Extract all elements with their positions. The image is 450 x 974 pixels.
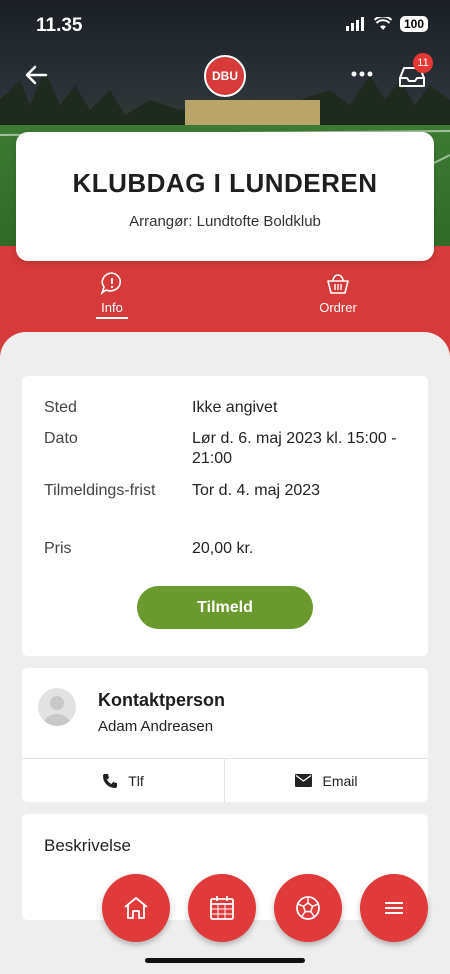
- detail-key: Sted: [44, 399, 77, 416]
- detail-key: Tilmeldings-frist: [44, 482, 156, 499]
- detail-value: 20,00 kr.: [192, 540, 254, 557]
- signup-button[interactable]: Tilmeld: [137, 586, 313, 629]
- event-organizer: Arrangør: Lundtofte Boldklub: [129, 213, 321, 230]
- home-indicator: [145, 958, 305, 963]
- description-heading: Beskrivelse: [44, 836, 131, 855]
- event-title: KLUBDAG I LUNDEREN: [72, 168, 378, 198]
- tab-orders[interactable]: Ordrer: [278, 266, 398, 315]
- contact-title: Kontaktperson: [98, 690, 226, 710]
- email-label: Email: [322, 772, 358, 789]
- contact-card: Kontaktperson Adam Andreasen Tlf Email: [22, 668, 428, 802]
- nav-home-button[interactable]: [102, 874, 170, 942]
- nav-football-button[interactable]: [274, 874, 342, 942]
- status-time: 11.35: [36, 15, 83, 36]
- menu-icon: [385, 902, 403, 914]
- football-icon: [296, 896, 320, 920]
- basket-icon: [327, 274, 349, 294]
- mail-icon: [295, 774, 313, 787]
- status-icons: 100: [345, 16, 428, 32]
- nav-menu-button[interactable]: [360, 874, 428, 942]
- contact-actions: Tlf Email: [22, 759, 428, 802]
- calendar-icon: [210, 896, 234, 920]
- dbu-logo: DBU: [204, 55, 246, 97]
- event-details-card: Sted Ikke angivet Dato Lør d. 6. maj 202…: [22, 376, 428, 656]
- inbox-badge: 11: [413, 53, 433, 73]
- signal-icon: [345, 17, 364, 31]
- detail-value: Ikke angivet: [192, 399, 278, 416]
- tab-info-label: Info: [101, 300, 123, 315]
- nav-calendar-button[interactable]: [188, 874, 256, 942]
- detail-key: Dato: [44, 430, 78, 447]
- detail-value: Lør d. 6. maj 2023 kl. 15:00 - 21:00: [192, 430, 397, 467]
- email-button[interactable]: Email: [225, 759, 428, 802]
- active-tab-indicator: [96, 317, 128, 319]
- phone-button[interactable]: Tlf: [22, 759, 225, 802]
- home-icon: [124, 897, 148, 919]
- detail-key: Pris: [44, 540, 72, 557]
- contact-name: Adam Andreasen: [98, 718, 214, 735]
- avatar: [38, 688, 76, 726]
- wifi-icon: [373, 17, 392, 30]
- detail-value: Tor d. 4. maj 2023: [192, 482, 321, 499]
- status-bar: 11.35 100: [0, 0, 450, 52]
- tab-orders-label: Ordrer: [319, 300, 357, 315]
- event-title-card: KLUBDAG I LUNDEREN Arrangør: Lundtofte B…: [16, 132, 434, 261]
- more-options-icon[interactable]: [350, 64, 374, 84]
- phone-icon: [103, 773, 118, 788]
- phone-label: Tlf: [128, 772, 144, 789]
- tab-bar: Info Ordrer: [0, 266, 450, 328]
- back-arrow-icon[interactable]: [22, 62, 50, 88]
- info-bubble-icon: [100, 272, 122, 296]
- tab-info[interactable]: Info: [52, 266, 172, 319]
- battery-indicator: 100: [399, 16, 428, 32]
